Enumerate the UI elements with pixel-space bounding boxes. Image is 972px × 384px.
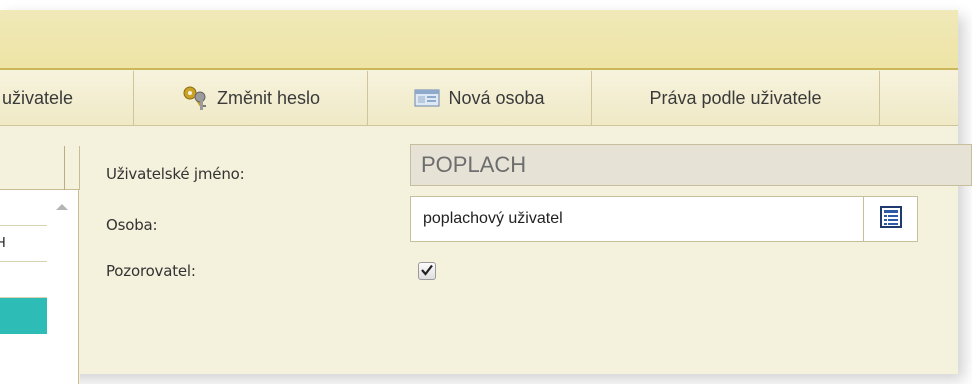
pozorovatel-checkbox[interactable] [418, 262, 436, 280]
users-button-label: uživatele [2, 87, 74, 108]
osoba-field[interactable]: poplachový uživatel [410, 196, 864, 242]
title-bar [0, 10, 958, 70]
user-list-header [0, 146, 80, 190]
list-scrollbar[interactable] [47, 190, 79, 384]
rights-by-user-button[interactable]: Práva podle uživatele [592, 71, 880, 125]
keys-icon [181, 85, 209, 111]
username-label: Uživatelské jméno: [106, 165, 245, 183]
pozorovatel-label: Pozorovatel: [106, 262, 196, 280]
list-item[interactable]: I [0, 190, 47, 226]
app-window: uživatele Změnit heslo Nová osoba Práva … [0, 10, 972, 384]
list-item[interactable] [0, 334, 47, 384]
new-person-button[interactable]: Nová osoba [368, 71, 592, 125]
list-picker-icon [879, 206, 902, 232]
change-password-button[interactable]: Změnit heslo [134, 71, 368, 125]
person-card-icon [414, 88, 440, 108]
change-password-label: Změnit heslo [216, 87, 321, 108]
osoba-label: Osoba: [106, 216, 158, 234]
list-item[interactable]: H [0, 226, 47, 262]
user-list: I H I [0, 190, 48, 384]
users-button[interactable]: uživatele [0, 71, 134, 125]
username-field: POPLACH [410, 144, 972, 186]
column-divider [64, 146, 65, 190]
list-item-selected[interactable] [0, 298, 47, 334]
toolbar: uživatele Změnit heslo Nová osoba Práva … [0, 71, 958, 126]
user-list-panel: I H I [0, 146, 80, 384]
scroll-up-arrow-icon[interactable] [56, 204, 68, 210]
rights-by-user-label: Práva podle uživatele [649, 87, 822, 108]
list-item-text: H [0, 236, 6, 251]
checkmark-icon [420, 262, 434, 281]
new-person-label: Nová osoba [448, 87, 545, 108]
list-item[interactable]: I [0, 262, 47, 298]
osoba-picker-button[interactable] [864, 196, 918, 242]
